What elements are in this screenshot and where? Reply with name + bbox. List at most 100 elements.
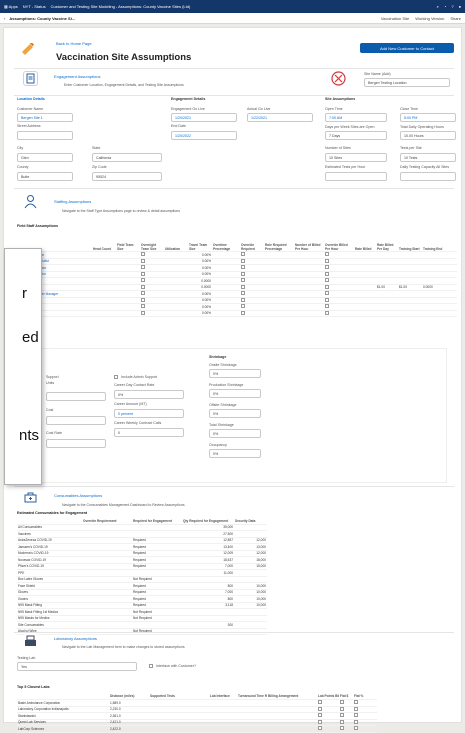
units-field[interactable] <box>46 392 106 401</box>
add-customer-button[interactable]: Add New Customer to Contact <box>360 43 454 53</box>
admin-support-checkbox[interactable] <box>114 375 118 379</box>
cost-field[interactable] <box>46 416 106 425</box>
search-icon[interactable]: ⌕ <box>437 4 439 9</box>
laboratory-section-title[interactable]: Laboratory Assumptions <box>54 636 97 641</box>
daily-capacity-field[interactable] <box>400 172 456 181</box>
lab-row-checkbox[interactable] <box>354 706 358 711</box>
customer-name-field[interactable]: Bergen Site 1 <box>17 113 73 122</box>
staff-row-checkbox[interactable] <box>325 278 329 283</box>
street-address-field[interactable] <box>17 131 73 140</box>
share-button[interactable]: Share <box>450 16 461 21</box>
tests-per-hour-label: Estimated Tests per Hour <box>325 165 366 169</box>
callout-popup: r ed nts <box>4 248 42 485</box>
lab-row-checkbox[interactable] <box>340 700 344 705</box>
staff-row-checkbox[interactable] <box>241 304 245 309</box>
career-amount-field[interactable]: 0 percent <box>114 409 184 418</box>
staff-row-checkbox[interactable] <box>241 284 245 289</box>
staff-row-checkbox[interactable] <box>241 291 245 296</box>
staff-row-checkbox[interactable] <box>141 252 145 257</box>
staff-row-checkbox[interactable] <box>325 291 329 296</box>
open-time-field[interactable]: 7:00 AM <box>325 113 387 122</box>
user-avatar-icon[interactable]: ● <box>459 4 461 9</box>
apps-menu[interactable]: ▦ Apps <box>4 4 18 9</box>
staff-row-checkbox[interactable] <box>325 252 329 257</box>
status-tab[interactable]: NYT - Status <box>23 4 46 9</box>
city-field[interactable]: Glen <box>17 153 73 162</box>
staff-row-checkbox[interactable] <box>241 297 245 302</box>
staff-row-checkbox[interactable] <box>241 265 245 270</box>
workspace-breadcrumb[interactable]: Customer and Testing Site Modeling - Ass… <box>51 4 191 9</box>
shrinkage-field[interactable]: 0% <box>209 369 261 378</box>
actual-go-live-field[interactable]: 1/22/2021 <box>247 113 313 122</box>
staff-row-checkbox[interactable] <box>241 252 245 257</box>
number-of-sites-field[interactable]: 10 Sites <box>325 153 387 162</box>
staff-row-checkbox[interactable] <box>241 310 245 315</box>
staff-row-checkbox[interactable] <box>141 258 145 263</box>
days-per-week-field[interactable]: 7 Days <box>325 131 387 140</box>
cost-rate-field[interactable] <box>46 439 106 448</box>
lab-row-checkbox[interactable] <box>354 726 358 731</box>
help-icon[interactable]: ? <box>451 4 453 9</box>
back-to-home-link[interactable]: Back to Home Page <box>56 41 92 46</box>
staff-row-checkbox[interactable] <box>141 304 145 309</box>
staff-row-checkbox[interactable] <box>325 271 329 276</box>
daily-operating-hours-field[interactable]: 10.00 Hours <box>400 131 456 140</box>
staff-row-checkbox[interactable] <box>141 310 145 315</box>
staff-row-checkbox[interactable] <box>141 271 145 276</box>
shrinkage-field[interactable]: 0% <box>209 449 261 458</box>
lab-row-checkbox[interactable] <box>340 713 344 718</box>
lab-row-checkbox[interactable] <box>340 726 344 731</box>
staff-row-checkbox[interactable] <box>241 278 245 283</box>
shrinkage-field[interactable]: 0% <box>209 429 261 438</box>
staff-row-checkbox[interactable] <box>325 297 329 302</box>
testing-lab-select[interactable]: Yes <box>17 662 137 671</box>
labs-grid: Distance (miles) Supported Tests Lab Int… <box>17 692 377 733</box>
consumables-section-title[interactable]: Consumables Assumptions <box>54 493 102 498</box>
lab-row-checkbox[interactable] <box>354 719 358 724</box>
staff-row-checkbox[interactable] <box>325 284 329 289</box>
customer-name-label: Customer Name <box>17 107 44 111</box>
staff-row-checkbox[interactable] <box>241 258 245 263</box>
end-date-field[interactable]: 1/20/2022 <box>171 131 237 140</box>
back-arrow-icon[interactable]: ‹ <box>4 16 5 21</box>
lab-row-checkbox[interactable] <box>318 726 322 731</box>
state-field[interactable]: California <box>92 153 162 162</box>
interface-label: Interface with Customer? <box>156 664 196 668</box>
engagement-go-live-field[interactable]: 1/20/2021 <box>171 113 237 122</box>
tests-per-hour-field[interactable] <box>325 172 387 181</box>
staff-row-checkbox[interactable] <box>325 310 329 315</box>
version-selector[interactable]: Working Version <box>415 16 444 21</box>
staff-row-checkbox[interactable] <box>141 284 145 289</box>
site-name-field[interactable]: Bergen Testing Location <box>364 78 450 87</box>
lab-row-checkbox[interactable] <box>354 700 358 705</box>
staff-row-checkbox[interactable] <box>141 291 145 296</box>
shrinkage-field[interactable]: 0% <box>209 389 261 398</box>
close-time-field[interactable]: 5:00 PM <box>400 113 456 122</box>
lab-row-checkbox[interactable] <box>340 719 344 724</box>
staff-row-checkbox[interactable] <box>141 265 145 270</box>
staff-row-checkbox[interactable] <box>141 278 145 283</box>
staffing-section-title[interactable]: Staffing Assumptions <box>54 199 91 204</box>
tests-per-site-field[interactable]: 10 Tests <box>400 153 456 162</box>
lab-row-checkbox[interactable] <box>354 713 358 718</box>
staff-row-checkbox[interactable] <box>325 265 329 270</box>
county-field[interactable]: Butte <box>17 172 73 181</box>
career-contact-rate-field[interactable]: 0% <box>114 390 184 399</box>
staff-row-checkbox[interactable] <box>141 297 145 302</box>
lab-row-checkbox[interactable] <box>340 706 344 711</box>
staff-row-checkbox[interactable] <box>325 304 329 309</box>
staff-row-checkbox[interactable] <box>325 258 329 263</box>
interface-checkbox[interactable] <box>149 664 153 668</box>
engagement-section-title[interactable]: Engagement Assumptions <box>54 74 100 79</box>
lab-row-checkbox[interactable] <box>318 719 322 724</box>
staff-row-checkbox[interactable] <box>241 271 245 276</box>
site-selector[interactable]: Vaccination Site <box>381 16 409 21</box>
lab-row-checkbox[interactable] <box>318 713 322 718</box>
lab-row-checkbox[interactable] <box>318 706 322 711</box>
lab-row-checkbox[interactable] <box>318 700 322 705</box>
shrinkage-field[interactable]: 0% <box>209 409 261 418</box>
labs-grid-row: LabCorp Sciences 2,422.0 <box>17 726 377 733</box>
career-calls-field[interactable]: 0 <box>114 428 184 437</box>
zip-code-field[interactable]: 95524 <box>92 172 162 181</box>
notification-icon[interactable]: ◔ <box>444 4 446 9</box>
